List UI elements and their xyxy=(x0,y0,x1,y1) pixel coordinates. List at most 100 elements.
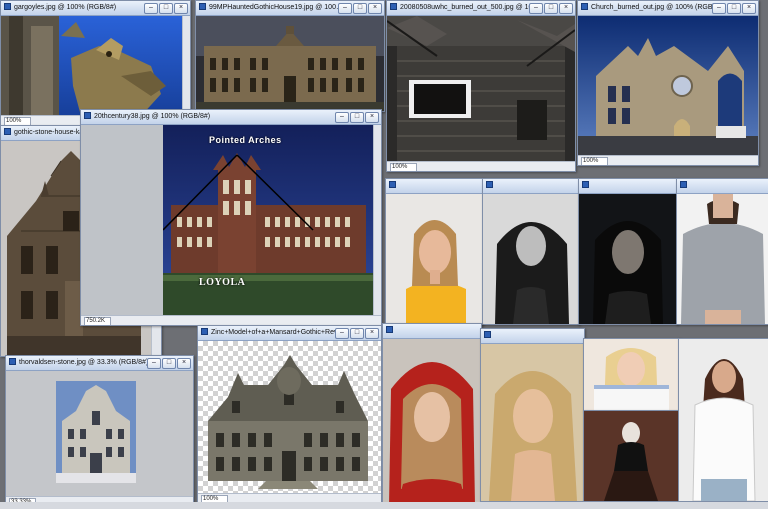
window-titlebar[interactable]: thorvaldsen-stone.jpg @ 33.3% (RGB/8#) –… xyxy=(6,356,193,371)
window-portrait-7[interactable] xyxy=(583,338,680,412)
loyola-building-photo xyxy=(163,125,374,315)
maximize-button[interactable]: □ xyxy=(544,3,558,14)
document-icon xyxy=(386,326,393,333)
image-canvas[interactable] xyxy=(6,371,193,496)
document-icon xyxy=(4,128,11,135)
window-titlebar[interactable]: Zinc+Model+of+a+Mansard+Gothic+Revival+.… xyxy=(198,326,381,341)
status-bar: 100% xyxy=(387,161,575,171)
portrait-dark-moody xyxy=(579,194,677,324)
window-titlebar[interactable] xyxy=(481,329,584,344)
close-button[interactable]: × xyxy=(174,3,188,14)
window-titlebar[interactable] xyxy=(579,179,677,194)
portrait-blonde-warm xyxy=(481,344,584,501)
document-icon xyxy=(680,181,687,188)
window-title: 99MPHauntedGothicHouse19.jpg @ 100% (RGB… xyxy=(209,4,349,11)
zoom-field[interactable]: 100% xyxy=(581,157,608,165)
window-haunted-house[interactable]: 99MPHauntedGothicHouse19.jpg @ 100% (RGB… xyxy=(195,0,385,112)
status-bar: 100% xyxy=(578,155,758,165)
window-portrait-4[interactable] xyxy=(676,178,768,325)
image-canvas[interactable] xyxy=(387,16,575,161)
window-burned-out[interactable]: 20080508uwhc_burned_out_500.jpg @ 100% (… xyxy=(386,0,576,172)
window-title: Church_burned_out.jpg @ 100% (RGB/8#) xyxy=(591,4,723,11)
close-button[interactable]: × xyxy=(365,112,379,123)
portrait-blonde-yellow xyxy=(386,194,483,324)
window-title: 20080508uwhc_burned_out_500.jpg @ 100% (… xyxy=(400,4,540,11)
burned-house-photo xyxy=(387,16,575,161)
minimize-button[interactable]: – xyxy=(335,328,349,339)
minimize-button[interactable]: – xyxy=(529,3,543,14)
overlay-label-top: Pointed Arches xyxy=(209,135,282,145)
window-title: thorvaldsen-stone.jpg @ 33.3% (RGB/8#) xyxy=(19,359,149,366)
window-titlebar[interactable] xyxy=(483,179,579,194)
image-canvas[interactable]: Pointed Arches LOYOLA xyxy=(163,125,374,315)
close-button[interactable]: × xyxy=(177,358,191,369)
minimize-button[interactable]: – xyxy=(147,358,161,369)
document-icon xyxy=(199,3,206,10)
document-icon xyxy=(581,3,588,10)
status-bar: 750.2K xyxy=(81,315,381,325)
window-titlebar[interactable] xyxy=(677,179,768,194)
window-titlebar[interactable]: 20thcentury38.jpg @ 100% (RGB/8#) – □ × xyxy=(81,110,381,125)
document-icon xyxy=(486,181,493,188)
window-gargoyles[interactable]: gargoyles.jpg @ 100% (RGB/8#) – □ × 100% xyxy=(0,0,191,126)
window-portrait-3[interactable] xyxy=(578,178,678,325)
document-icon xyxy=(582,181,589,188)
window-portrait-5[interactable] xyxy=(382,323,482,507)
maximize-button[interactable]: □ xyxy=(162,358,176,369)
mansard-model-photo xyxy=(208,355,368,489)
minimize-button[interactable]: – xyxy=(144,3,158,14)
close-button[interactable]: × xyxy=(559,3,573,14)
image-canvas[interactable] xyxy=(1,16,190,115)
window-titlebar[interactable]: gargoyles.jpg @ 100% (RGB/8#) – □ × xyxy=(1,1,190,16)
zoom-field[interactable]: 100% xyxy=(390,163,417,171)
portrait-gray-hoodie xyxy=(677,194,768,324)
window-titlebar[interactable] xyxy=(383,324,481,339)
minimize-button[interactable]: – xyxy=(335,112,349,123)
minimize-button[interactable]: – xyxy=(712,3,726,14)
image-canvas[interactable] xyxy=(196,16,384,111)
document-icon xyxy=(484,331,491,338)
vertical-scrollbar[interactable] xyxy=(373,125,381,315)
window-church[interactable]: Church_burned_out.jpg @ 100% (RGB/8#) – □… xyxy=(577,0,759,166)
image-canvas[interactable] xyxy=(198,341,381,493)
window-portrait-8[interactable] xyxy=(583,410,680,502)
gargoyle-photo xyxy=(1,16,190,115)
canvas-gray-area xyxy=(81,125,163,315)
window-mansard[interactable]: Zinc+Model+of+a+Mansard+Gothic+Revival+.… xyxy=(197,325,382,504)
close-button[interactable]: × xyxy=(365,328,379,339)
document-icon xyxy=(389,181,396,188)
maximize-button[interactable]: □ xyxy=(159,3,173,14)
window-portrait-6[interactable] xyxy=(480,328,585,502)
maximize-button[interactable]: □ xyxy=(353,3,367,14)
haunted-house-photo xyxy=(196,16,384,111)
window-titlebar[interactable] xyxy=(386,179,483,194)
thorvaldsen-building-photo xyxy=(56,381,136,483)
portrait-bw-dark-hair xyxy=(483,194,579,324)
document-icon xyxy=(201,328,208,335)
close-button[interactable]: × xyxy=(368,3,382,14)
minimize-button[interactable]: – xyxy=(338,3,352,14)
maximize-button[interactable]: □ xyxy=(727,3,741,14)
window-thorvaldsen[interactable]: thorvaldsen-stone.jpg @ 33.3% (RGB/8#) –… xyxy=(5,355,194,507)
window-20thcentury[interactable]: 20thcentury38.jpg @ 100% (RGB/8#) –□× xyxy=(80,109,382,326)
window-titlebar[interactable]: Church_burned_out.jpg @ 100% (RGB/8#) – □… xyxy=(578,1,758,16)
burned-church-photo xyxy=(578,16,758,155)
zoom-field[interactable]: 750.2K xyxy=(84,317,111,325)
maximize-button[interactable]: □ xyxy=(350,328,364,339)
portrait-child-reading xyxy=(584,339,679,411)
vertical-scrollbar[interactable] xyxy=(182,16,190,115)
window-titlebar[interactable]: 20080508uwhc_burned_out_500.jpg @ 100% (… xyxy=(387,1,575,16)
workspace-bottom-strip xyxy=(0,502,768,509)
overlay-label-bottom: LOYOLA xyxy=(199,277,246,288)
portrait-red-hood xyxy=(383,339,481,506)
window-portrait-1[interactable] xyxy=(385,178,484,325)
image-canvas[interactable] xyxy=(578,16,758,155)
window-portrait-2[interactable] xyxy=(482,178,580,325)
close-button[interactable]: × xyxy=(742,3,756,14)
window-portrait-9[interactable] xyxy=(678,338,768,502)
portrait-white-top xyxy=(679,339,768,501)
maximize-button[interactable]: □ xyxy=(350,112,364,123)
window-titlebar[interactable]: 99MPHauntedGothicHouse19.jpg @ 100% (RGB… xyxy=(196,1,384,16)
window-title: 20thcentury38.jpg @ 100% (RGB/8#) xyxy=(94,113,211,120)
document-icon xyxy=(9,358,16,365)
